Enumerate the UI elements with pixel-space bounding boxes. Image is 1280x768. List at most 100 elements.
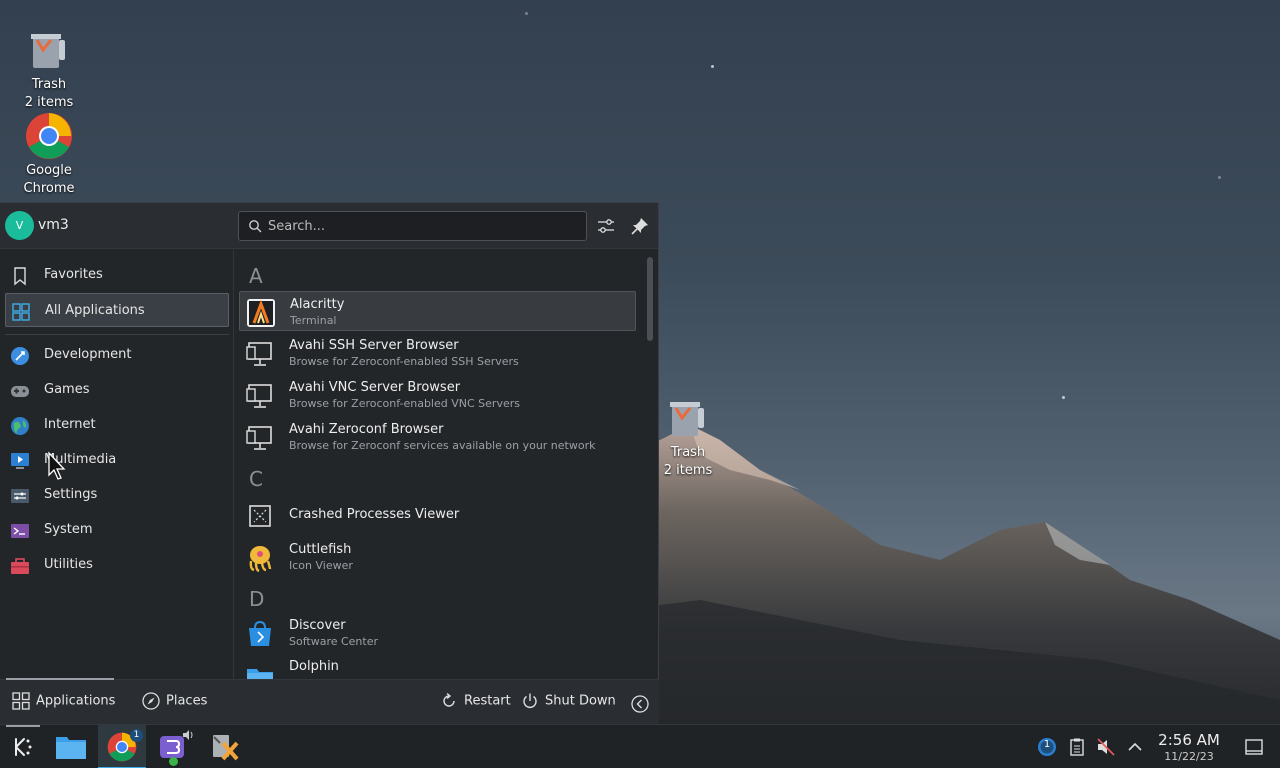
restart-button[interactable]: Restart [440, 692, 511, 710]
app-item-avahi-vnc[interactable]: Avahi VNC Server Browser Browse for Zero… [239, 375, 636, 415]
sidebar-item-multimedia[interactable]: Multimedia [5, 443, 229, 477]
app-item-discover[interactable]: Discover Software Center [239, 613, 636, 653]
sidebar-item-label: System [44, 522, 93, 537]
avatar[interactable]: V [5, 211, 34, 240]
power-icon [523, 693, 537, 708]
folder-icon [56, 737, 86, 759]
launcher-button[interactable] [0, 725, 46, 768]
sidebar-item-development[interactable]: Development [5, 338, 229, 372]
toolbox-icon [11, 558, 29, 574]
active-tab-indicator [6, 678, 114, 680]
app-item-avahi-zeroconf[interactable]: Avahi Zeroconf Browser Browse for Zeroco… [239, 417, 636, 457]
sidebar-item-utilities[interactable]: Utilities [5, 548, 229, 582]
section-letter: D [249, 587, 265, 611]
category-sidebar: Favorites All Applications Development G… [0, 250, 234, 679]
shutdown-button[interactable]: Shut Down [521, 692, 616, 710]
app-description: Software Center [289, 635, 379, 648]
desktop-icon-label: Google [26, 163, 72, 178]
app-description: Browse for Zeroconf-enabled VNC Servers [289, 397, 520, 410]
network-monitor-icon [246, 342, 272, 366]
scrollbar[interactable] [647, 257, 653, 341]
taskbar-chrome[interactable]: 1 [98, 725, 146, 768]
section-letter: A [249, 264, 263, 288]
chevron-up-icon[interactable] [1125, 737, 1145, 757]
app-item-alacritty[interactable]: Alacritty Terminal [239, 291, 636, 331]
desktop-icon-sublabel: Chrome [23, 181, 75, 196]
trash-icon [664, 394, 712, 442]
globe-icon [11, 417, 29, 435]
desktop-icon-sublabel: 2 items [24, 95, 74, 110]
crash-icon [249, 505, 271, 527]
app-description: Browse for Zeroconf-enabled SSH Servers [289, 355, 519, 368]
sidebar-item-system[interactable]: System [5, 513, 229, 547]
launcher-header: V vm3 [0, 203, 658, 249]
chrome-icon [25, 112, 73, 160]
tab-label: Applications [36, 693, 116, 709]
development-icon [11, 347, 29, 365]
configure-icon[interactable] [595, 215, 617, 237]
settings-icon [11, 489, 29, 503]
notification-badge: 1 [130, 729, 143, 742]
restart-icon [443, 692, 455, 707]
volume-muted-icon[interactable] [1096, 737, 1116, 757]
show-desktop-icon[interactable] [1244, 737, 1264, 757]
speaker-icon [183, 730, 193, 740]
grid-icon [12, 303, 30, 321]
tab-applications[interactable]: Applications [12, 692, 115, 710]
app-name: Dolphin [289, 659, 339, 674]
desktop-chrome-icon[interactable]: Google Chrome [6, 112, 92, 198]
kde-logo-icon [15, 738, 32, 756]
shutdown-label: Shut Down [545, 693, 616, 709]
app-item-cuttlefish[interactable]: Cuttlefish Icon Viewer [239, 537, 636, 577]
app-description: Terminal [290, 314, 337, 327]
grid-icon [12, 692, 30, 710]
app-item-crashed-processes[interactable]: Crashed Processes Viewer [239, 495, 636, 535]
folder-icon [247, 669, 273, 679]
sidebar-item-favorites[interactable]: Favorites [5, 258, 229, 292]
compass-icon [142, 692, 160, 710]
app-name: Cuttlefish [289, 542, 352, 557]
sidebar-item-settings[interactable]: Settings [5, 478, 229, 512]
alacritty-icon [247, 299, 275, 327]
digital-clock[interactable]: 2:56 AM 11/22/23 [1152, 731, 1226, 764]
sidebar-item-games[interactable]: Games [5, 373, 229, 407]
more-options-icon[interactable] [631, 695, 649, 713]
add-indicator [169, 757, 178, 766]
app-item-dolphin[interactable]: Dolphin [239, 655, 636, 679]
divider [5, 334, 229, 335]
taskbar-app-xcode[interactable] [202, 725, 250, 768]
clock-time: 2:56 AM [1158, 731, 1220, 749]
clipboard-icon[interactable] [1067, 737, 1087, 757]
system-icon [11, 524, 29, 538]
app-name: Crashed Processes Viewer [289, 507, 460, 522]
updates-icon[interactable]: 1 [1037, 737, 1057, 757]
app-name: Avahi VNC Server Browser [289, 380, 461, 395]
search-box[interactable] [238, 211, 587, 241]
app-name: Alacritty [290, 297, 345, 312]
bookmark-icon [14, 267, 26, 286]
network-monitor-icon [246, 426, 272, 450]
tab-places[interactable]: Places [142, 692, 207, 710]
tab-label: Places [166, 693, 208, 709]
sidebar-item-internet[interactable]: Internet [5, 408, 229, 442]
taskbar-app-purple[interactable] [150, 725, 198, 768]
app-description: Browse for Zeroconf services available o… [289, 439, 596, 452]
multimedia-icon [11, 453, 29, 469]
sidebar-item-label: Games [44, 382, 90, 397]
pin-icon[interactable] [629, 215, 651, 237]
desktop-trash-icon[interactable]: Trash 2 items [6, 26, 92, 112]
section-letter: C [249, 467, 263, 491]
updates-count: 1 [1043, 739, 1051, 750]
application-list: A Alacritty Terminal Avahi SSH Server Br… [235, 250, 645, 679]
sidebar-item-all-applications[interactable]: All Applications [5, 293, 229, 327]
sidebar-item-label: Settings [44, 487, 98, 502]
taskbar-dolphin[interactable] [48, 725, 94, 768]
trash-icon [25, 26, 73, 74]
sidebar-item-label: Development [44, 347, 132, 362]
app-item-avahi-ssh[interactable]: Avahi SSH Server Browser Browse for Zero… [239, 333, 636, 373]
active-indicator [6, 725, 40, 727]
restart-label: Restart [464, 693, 511, 709]
search-input[interactable] [268, 217, 568, 235]
username[interactable]: vm3 [38, 217, 69, 233]
mouse-cursor-icon [48, 451, 66, 480]
